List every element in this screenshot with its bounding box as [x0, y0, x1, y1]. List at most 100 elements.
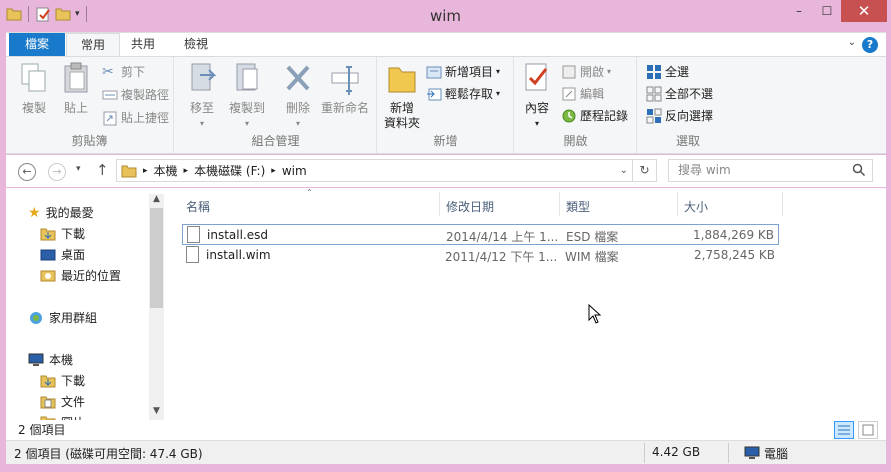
- rename-button[interactable]: 重新命名: [319, 61, 371, 116]
- copy-path-button[interactable]: 複製路徑: [102, 86, 169, 103]
- back-button[interactable]: ←: [18, 163, 36, 181]
- minimize-button[interactable]: –: [785, 0, 813, 22]
- column-divider[interactable]: [559, 192, 560, 216]
- file-type: WIM 檔案: [565, 250, 619, 264]
- rename-label: 重新命名: [320, 101, 369, 115]
- delete-button[interactable]: 刪除 ▾: [281, 61, 315, 131]
- move-to-icon: [191, 63, 217, 91]
- edit-label: 編輯: [580, 87, 605, 101]
- select-none-label: 全部不選: [665, 87, 714, 101]
- breadcrumb[interactable]: ▸ 本機 ▸ 本機磁碟 (F:) ▸ wim ⌄: [116, 159, 633, 182]
- tab-file[interactable]: 檔案: [9, 33, 65, 57]
- copy-button[interactable]: 複製: [16, 61, 52, 116]
- group-select: 全選 全部不選 反向選擇 選取: [638, 57, 738, 153]
- column-header-date[interactable]: 修改日期: [446, 198, 494, 215]
- new-folder-button[interactable]: 新增 資料夾: [382, 61, 422, 131]
- new-item-button[interactable]: 新增項目 ▾: [426, 63, 500, 80]
- scroll-down-icon[interactable]: ▼: [149, 406, 164, 416]
- group-clipboard: 複製 貼上 ✂ 剪下 複製路徑 貼上捷徑 剪貼簿: [6, 57, 174, 153]
- breadcrumb-item[interactable]: 本機磁碟 (F:): [194, 162, 265, 179]
- delete-x-icon: [286, 65, 310, 91]
- move-to-button[interactable]: 移至 ▾: [183, 61, 221, 131]
- computer-label: 電腦: [764, 447, 789, 461]
- up-arrow-icon[interactable]: ↑: [96, 161, 109, 179]
- scroll-up-icon[interactable]: ▲: [149, 194, 164, 204]
- select-group-label: 選取: [675, 134, 700, 148]
- breadcrumb-separator-icon: ▸: [143, 165, 148, 176]
- properties-label: 內容: [524, 101, 549, 115]
- paste-shortcut-button[interactable]: 貼上捷徑: [102, 109, 169, 126]
- details-view-button[interactable]: [834, 421, 854, 439]
- properties-button[interactable]: 內容 ▾: [521, 61, 553, 131]
- table-row[interactable]: install.wim 2011/4/12 下午 1... WIM 檔案 2,7…: [182, 245, 779, 266]
- history-button[interactable]: 歷程記錄: [561, 107, 628, 124]
- recent-locations-dropdown-icon[interactable]: ▾: [76, 164, 81, 174]
- tab-home[interactable]: 常用: [66, 33, 120, 58]
- group-organize: 移至 ▾ 複製到 ▾ 刪除 ▾ 重新命名 組合管理: [175, 57, 377, 153]
- column-divider[interactable]: [782, 192, 783, 216]
- search-icon: [852, 163, 866, 177]
- close-button[interactable]: ✕: [841, 0, 887, 22]
- tab-share[interactable]: 共用: [122, 33, 164, 57]
- scissors-icon: ✂: [102, 63, 114, 80]
- organize-group-label: 組合管理: [251, 134, 300, 148]
- scrollbar-thumb[interactable]: [150, 208, 163, 308]
- invert-selection-button[interactable]: 反向選擇: [646, 107, 713, 124]
- select-all-icon: [647, 64, 661, 79]
- nav-documents[interactable]: 文件: [40, 393, 85, 410]
- nav-favorites[interactable]: ★ 我的最愛: [28, 204, 94, 221]
- paste-button[interactable]: 貼上: [58, 61, 94, 116]
- copy-path-icon: [102, 90, 118, 99]
- details-view-icon: [838, 425, 850, 435]
- file-size: 2,758,245 KB: [694, 248, 775, 262]
- nav-downloads[interactable]: 下載: [40, 225, 85, 242]
- open-button[interactable]: 開啟 ▾: [561, 63, 611, 80]
- move-to-label: 移至: [189, 101, 214, 115]
- column-divider[interactable]: [677, 192, 678, 216]
- easy-access-button[interactable]: 輕鬆存取 ▾: [426, 85, 500, 102]
- breadcrumb-item[interactable]: wim: [282, 164, 307, 178]
- tab-view[interactable]: 檢視: [174, 33, 218, 57]
- nav-homegroup[interactable]: 家用群組: [28, 309, 97, 326]
- item-count: 2 個項目: [18, 423, 66, 437]
- open-dropdown-icon: ▾: [607, 67, 612, 76]
- nav-pc-downloads[interactable]: 下載: [40, 372, 85, 389]
- new-item-dropdown-icon: ▾: [496, 67, 501, 76]
- file-type: ESD 檔案: [566, 230, 619, 244]
- search-input[interactable]: 搜尋 wim: [668, 159, 873, 182]
- downloads-folder-icon: [40, 375, 56, 387]
- column-header-name[interactable]: 名稱: [186, 198, 210, 215]
- cut-button[interactable]: ✂ 剪下: [102, 63, 145, 80]
- copy-to-button[interactable]: 複製到 ▾: [225, 61, 269, 131]
- copy-to-icon: [236, 63, 258, 91]
- new-item-icon: [426, 66, 442, 78]
- column-header-size[interactable]: 大小: [684, 198, 708, 215]
- nav-recent[interactable]: 最近的位置: [40, 267, 121, 284]
- nav-this-pc[interactable]: 本機: [28, 351, 73, 368]
- nav-scrollbar[interactable]: ▲ ▼: [149, 194, 164, 420]
- forward-button[interactable]: →: [48, 163, 66, 181]
- nav-desktop[interactable]: 桌面: [40, 246, 85, 263]
- ribbon-expand-icon[interactable]: ⌄: [848, 37, 856, 48]
- select-all-button[interactable]: 全選: [646, 63, 689, 80]
- help-icon[interactable]: ?: [862, 37, 878, 53]
- invert-selection-icon: [646, 108, 662, 123]
- edit-button[interactable]: 編輯: [561, 85, 604, 102]
- large-icons-view-button[interactable]: [858, 421, 878, 439]
- paste-label: 貼上: [63, 101, 88, 115]
- file-icon: [186, 246, 199, 263]
- cut-label: 剪下: [121, 65, 146, 79]
- refresh-button[interactable]: ↻: [633, 159, 657, 182]
- edit-icon: [562, 87, 576, 100]
- select-none-button[interactable]: 全部不選: [646, 85, 713, 102]
- file-name: install.esd: [207, 228, 268, 242]
- table-row[interactable]: install.esd 2014/4/14 上午 1... ESD 檔案 1,8…: [182, 224, 779, 245]
- maximize-button[interactable]: ☐: [813, 0, 841, 22]
- breadcrumb-item[interactable]: 本機: [154, 162, 178, 179]
- open-icon: [562, 65, 576, 78]
- address-dropdown-icon[interactable]: ⌄: [620, 165, 628, 176]
- column-divider[interactable]: [439, 192, 440, 216]
- open-label: 開啟: [580, 65, 605, 79]
- column-header-type[interactable]: 類型: [566, 198, 590, 215]
- status-bar: 2 個項目: [6, 420, 886, 440]
